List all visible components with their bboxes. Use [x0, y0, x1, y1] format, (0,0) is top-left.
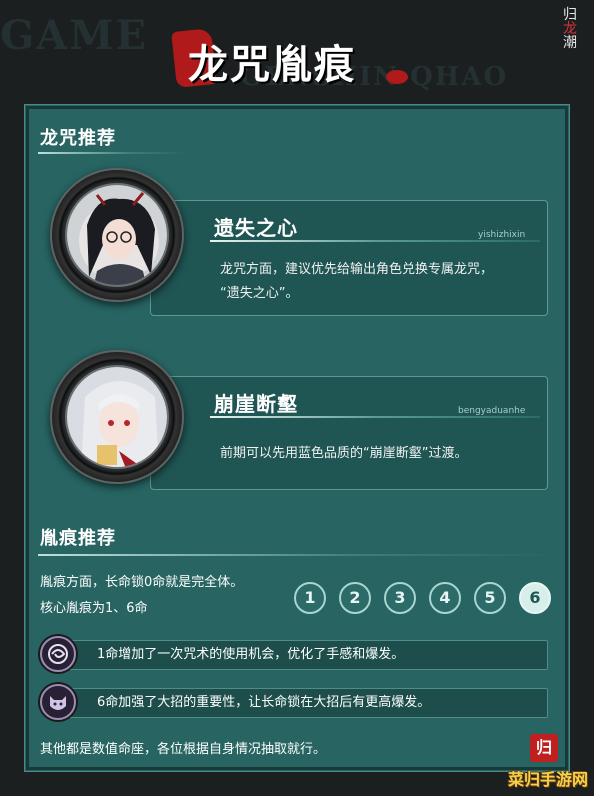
item-description: 前期可以先用蓝色品质的“崩崖断壑”过渡。: [220, 446, 468, 461]
level-button-6[interactable]: 6: [519, 582, 551, 614]
beast-mask-icon: [40, 684, 76, 720]
item-divider: [210, 416, 540, 418]
footer-note: 其他都是数值命座，各位根据自身情况抽取就行。: [40, 742, 327, 757]
item-divider: [210, 240, 540, 242]
item-name: 遗失之心: [214, 216, 298, 240]
description-line: 龙咒方面，建议优先给输出角色兑换专属龙咒，: [220, 262, 494, 277]
page-title: 龙咒胤痕: [188, 41, 356, 88]
section-title-constellation: 胤痕推荐: [40, 528, 116, 549]
background-watermark-text: GAME: [0, 12, 148, 59]
description-line: “遗失之心”。: [220, 286, 299, 301]
logo-char: 归: [563, 7, 577, 23]
item-card-cliff: [150, 376, 548, 490]
character-portrait-2: [65, 365, 169, 469]
character-portrait-1: [65, 183, 169, 287]
spiral-sigil-icon: [40, 636, 76, 672]
page-title-block: 龙咒胤痕: [168, 22, 418, 92]
level-button-4[interactable]: 4: [429, 582, 461, 614]
level-button-2[interactable]: 2: [339, 582, 371, 614]
section-title-dragon-curse: 龙咒推荐: [40, 128, 116, 149]
brush-dot: [386, 70, 408, 84]
constellation-core: 核心胤痕为1、6命: [40, 601, 148, 616]
item-pinyin: yishizhixin: [478, 230, 526, 240]
item-pinyin: bengyaduanhe: [458, 406, 526, 416]
item-description: 龙咒方面，建议优先给输出角色兑换专属龙咒， “遗失之心”。: [220, 258, 493, 306]
section-underline: [38, 152, 188, 154]
level-button-1[interactable]: 1: [294, 582, 326, 614]
corner-logo: 归 龙 潮: [556, 8, 584, 50]
portrait-art: [67, 367, 167, 467]
logo-char: 潮: [563, 35, 577, 51]
item-name: 崩崖断壑: [214, 392, 298, 416]
constellation-row-1: 1命增加了一次咒术的使用机会，优化了手感和爆发。: [64, 640, 548, 670]
brand-badge: 归: [530, 734, 558, 762]
section-underline: [38, 554, 558, 556]
level-button-3[interactable]: 3: [384, 582, 416, 614]
logo-char: 龙: [563, 21, 577, 37]
level-button-5[interactable]: 5: [474, 582, 506, 614]
portrait-art: [67, 185, 167, 285]
constellation-row-6: 6命加强了大招的重要性，让长命锁在大招后有更高爆发。: [64, 688, 548, 718]
constellation-note: 胤痕方面，长命锁0命就是完全体。: [40, 575, 244, 590]
site-watermark: 菜归手游网: [507, 770, 588, 789]
